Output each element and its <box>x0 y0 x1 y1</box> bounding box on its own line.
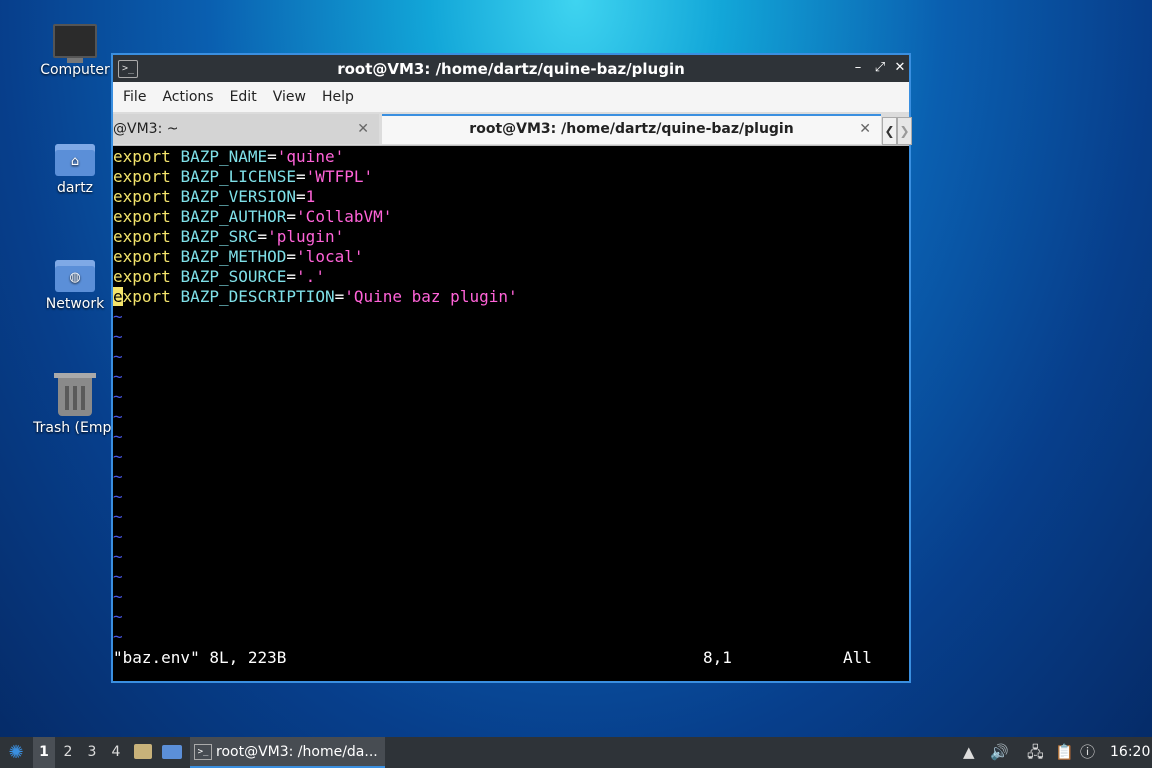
network-icon[interactable]: 🖧 <box>1027 737 1049 768</box>
code-line: export BAZP_VERSION=1 <box>113 187 316 206</box>
menu-help[interactable]: Help <box>316 89 364 105</box>
tab-close-icon[interactable]: ✕ <box>357 114 369 144</box>
empty-line-tilde: ~ <box>113 527 123 546</box>
empty-line-tilde: ~ <box>113 507 123 526</box>
empty-line-tilde: ~ <box>113 627 123 646</box>
status-position: 8,1 <box>703 648 732 667</box>
code-line: export BAZP_AUTHOR='CollabVM' <box>113 207 393 226</box>
start-menu-icon[interactable]: ✺ <box>4 737 28 768</box>
maximize-button[interactable]: ⤢ <box>871 59 889 77</box>
tab-close-icon[interactable]: ✕ <box>859 116 871 142</box>
empty-line-tilde: ~ <box>113 487 123 506</box>
empty-line-tilde: ~ <box>113 547 123 566</box>
status-scroll: All <box>843 648 872 667</box>
menu-file[interactable]: File <box>117 89 156 105</box>
desktop-icon-home[interactable]: ⌂ dartz <box>30 144 120 196</box>
empty-line-tilde: ~ <box>113 327 123 346</box>
tab-label: root@VM3: /home/dartz/quine-baz/plugin <box>469 121 794 137</box>
empty-line-tilde: ~ <box>113 467 123 486</box>
home-folder-icon: ⌂ <box>55 144 95 176</box>
volume-icon[interactable]: 🔊 <box>990 737 1012 768</box>
taskbar: ✺ 1 2 3 4 >_ root@VM3: /home/da... ▲ 🔊 🖧… <box>0 737 1152 768</box>
menu-view[interactable]: View <box>267 89 316 105</box>
taskbar-task-terminal[interactable]: >_ root@VM3: /home/da... <box>190 737 385 768</box>
computer-icon <box>53 24 97 63</box>
tab-scroll-right-icon[interactable]: ❯ <box>897 117 912 145</box>
code-line: export BAZP_LICENSE='WTFPL' <box>113 167 374 186</box>
show-desktop-icon[interactable] <box>162 737 184 768</box>
clipboard-icon[interactable]: 📋 <box>1055 737 1075 768</box>
desktop-icon-label: Trash (Empt <box>33 420 117 436</box>
menubar: File Actions Edit View Help <box>113 82 909 112</box>
workspace-3[interactable]: 3 <box>81 737 103 768</box>
code-line: export BAZP_NAME='quine' <box>113 147 345 166</box>
network-folder-icon: ◍ <box>55 260 95 292</box>
desktop-icon-label: Computer <box>40 62 110 78</box>
menu-edit[interactable]: Edit <box>224 89 267 105</box>
terminal-window: >_ root@VM3: /home/dartz/quine-baz/plugi… <box>111 53 912 683</box>
empty-line-tilde: ~ <box>113 407 123 426</box>
text-cursor: e <box>113 287 123 306</box>
desktop-icon-label: Network <box>45 296 105 312</box>
empty-line-tilde: ~ <box>113 367 123 386</box>
empty-line-tilde: ~ <box>113 347 123 366</box>
workspace-2[interactable]: 2 <box>57 737 79 768</box>
code-line: export BAZP_METHOD='local' <box>113 247 364 266</box>
empty-line-tilde: ~ <box>113 427 123 446</box>
window-title: root@VM3: /home/dartz/quine-baz/plugin <box>337 60 685 78</box>
notification-icon[interactable]: ⓘ <box>1080 737 1102 768</box>
terminal-content[interactable]: export BAZP_NAME='quine' export BAZP_LICE… <box>113 147 909 681</box>
code-line: export BAZP_DESCRIPTION='Quine baz plugi… <box>113 287 518 306</box>
close-button[interactable]: ✕ <box>891 59 909 77</box>
empty-line-tilde: ~ <box>113 387 123 406</box>
tab-scroll-left-icon[interactable]: ❮ <box>882 117 897 145</box>
tab-bar: @VM3: ~ ✕ root@VM3: /home/dartz/quine-ba… <box>113 112 912 146</box>
menu-actions[interactable]: Actions <box>156 89 223 105</box>
trash-icon <box>54 373 96 416</box>
tray-up-arrow-icon[interactable]: ▲ <box>963 737 981 768</box>
vim-status-line: "baz.env" 8L, 223B 8,1 All <box>113 648 909 668</box>
status-file: "baz.env" 8L, 223B <box>113 648 287 667</box>
desktop-icon-computer[interactable]: Computer <box>30 24 120 78</box>
code-line: export BAZP_SRC='plugin' <box>113 227 345 246</box>
empty-line-tilde: ~ <box>113 447 123 466</box>
tab-plugin[interactable]: root@VM3: /home/dartz/quine-baz/plugin ✕ <box>382 114 881 144</box>
workspace-4[interactable]: 4 <box>105 737 127 768</box>
workspace-1[interactable]: 1 <box>33 737 55 768</box>
tab-home[interactable]: @VM3: ~ ✕ <box>113 114 379 144</box>
clock[interactable]: 16:20 <box>1110 737 1150 768</box>
terminal-icon: >_ <box>194 744 212 760</box>
desktop-icon-label: dartz <box>56 180 94 196</box>
empty-line-tilde: ~ <box>113 307 123 326</box>
empty-line-tilde: ~ <box>113 587 123 606</box>
desktop-icon-trash[interactable]: Trash (Empt <box>30 373 120 436</box>
desktop-icon-network[interactable]: ◍ Network <box>30 260 120 312</box>
tab-label: @VM3: ~ <box>113 121 179 137</box>
task-label: root@VM3: /home/da... <box>216 744 378 760</box>
file-manager-icon[interactable] <box>134 737 154 768</box>
empty-line-tilde: ~ <box>113 567 123 586</box>
window-titlebar[interactable]: >_ root@VM3: /home/dartz/quine-baz/plugi… <box>113 55 909 82</box>
code-line: export BAZP_SOURCE='.' <box>113 267 325 286</box>
minimize-button[interactable]: – <box>849 59 867 77</box>
empty-line-tilde: ~ <box>113 607 123 626</box>
